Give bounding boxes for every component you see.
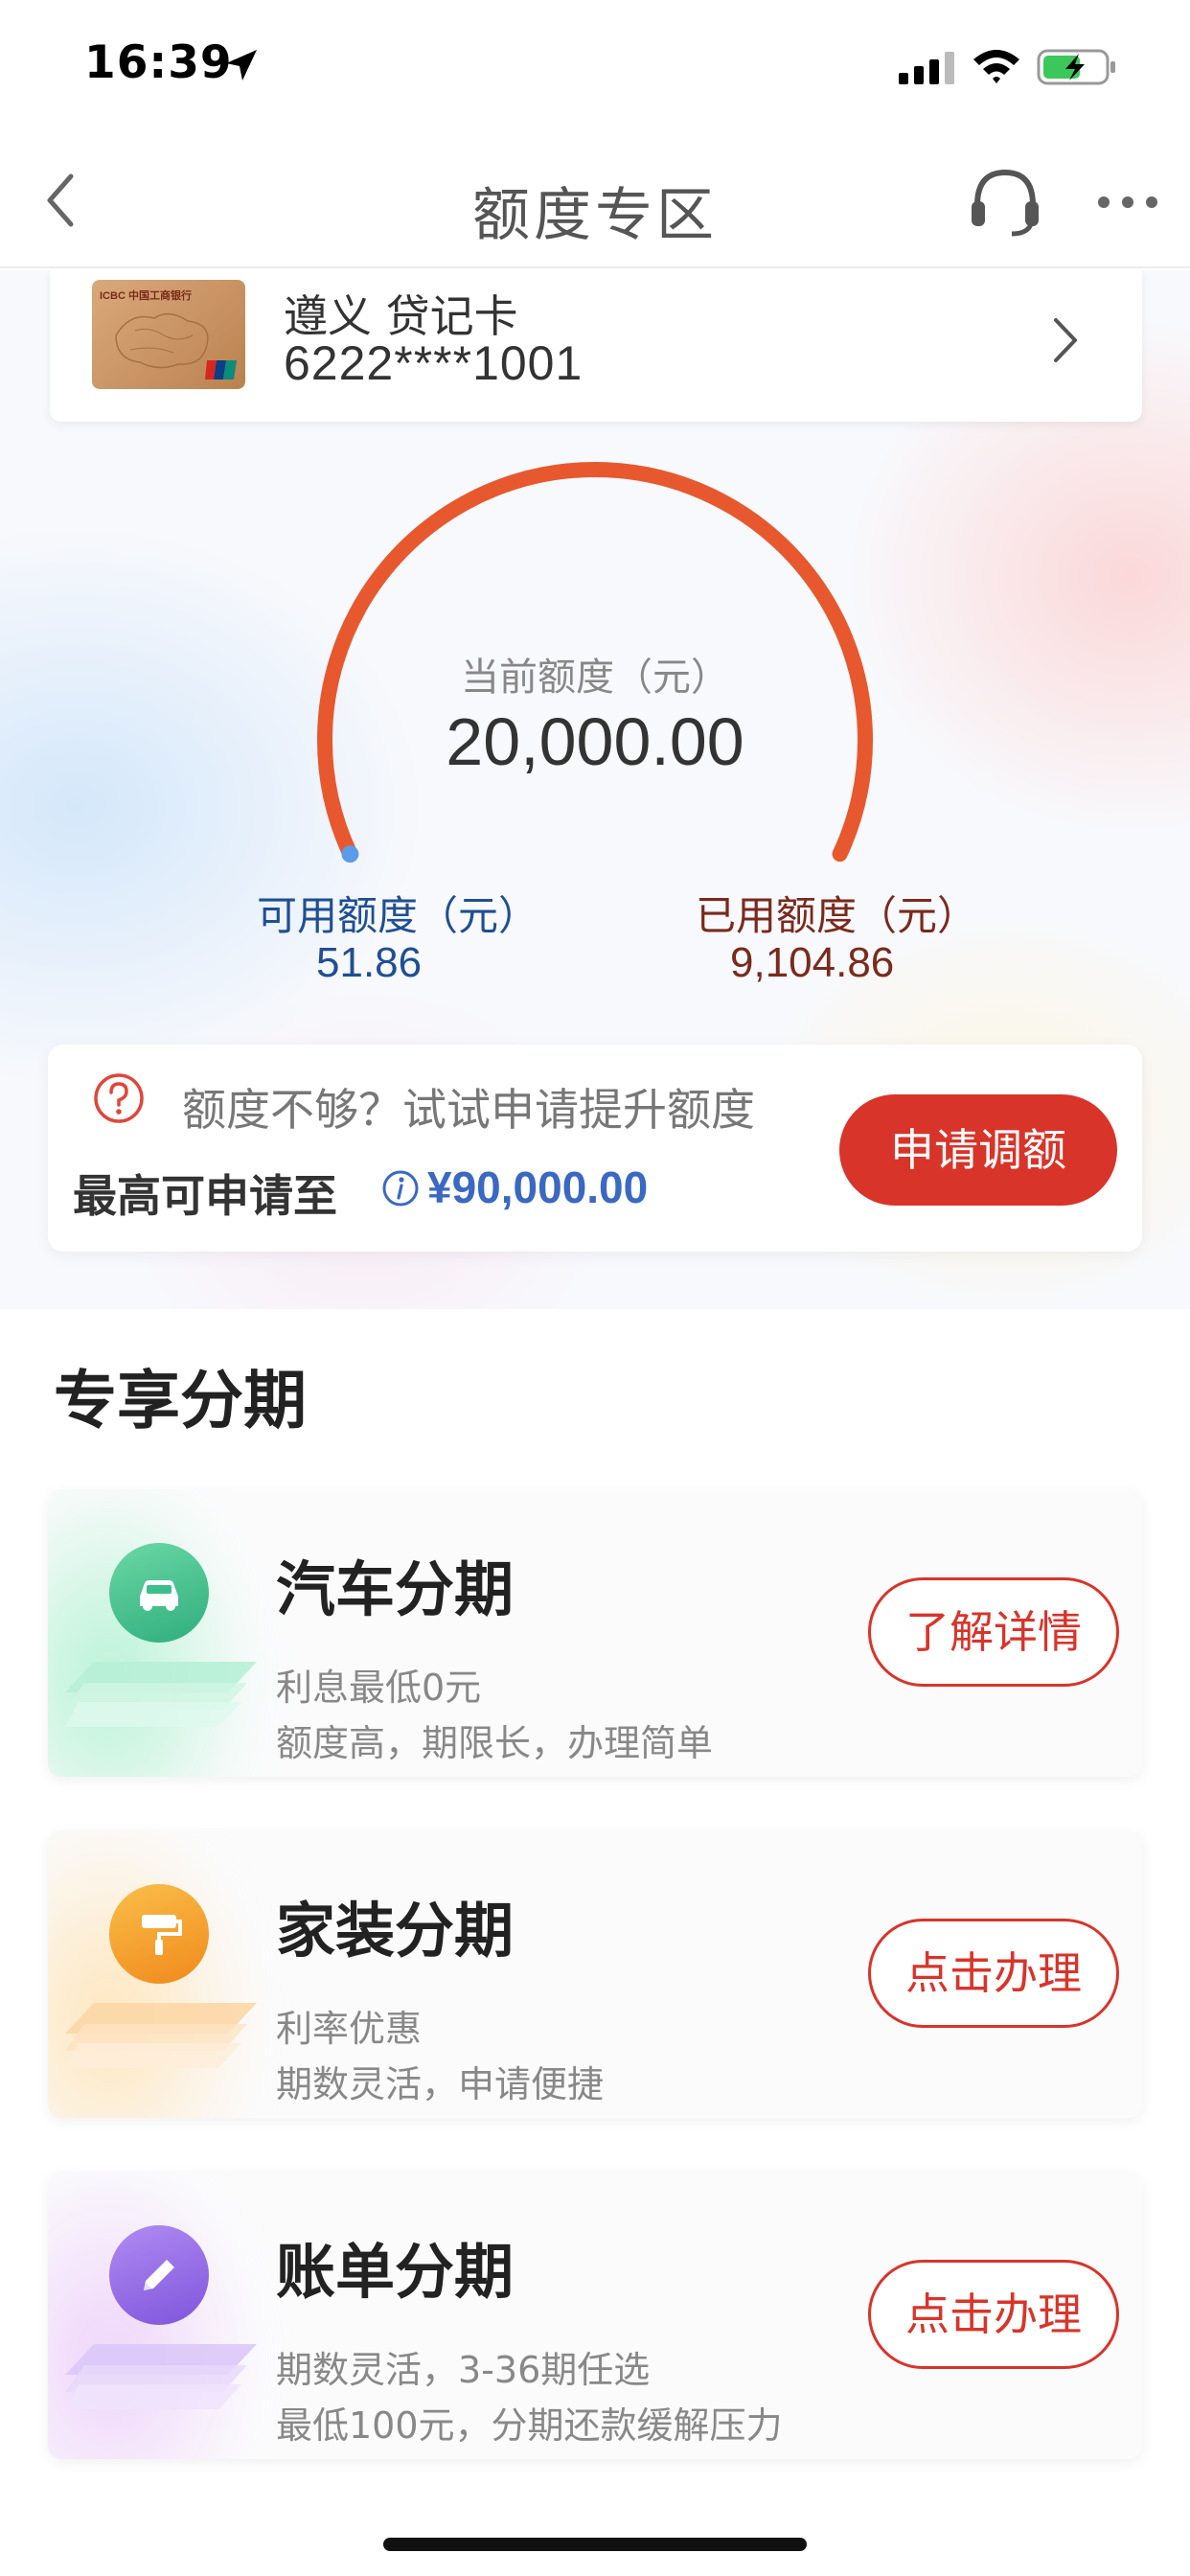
installment-description: 最低100元，分期还款缓解压力: [276, 2404, 783, 2447]
installment-title: 家装分期: [276, 1896, 515, 1966]
status-bar: 16:39: [0, 0, 1190, 134]
home-indicator: [383, 2538, 807, 2551]
platform-decoration: [65, 2344, 257, 2409]
current-limit-value: 20,000.00: [446, 704, 744, 779]
raise-limit-hint: 额度不够？试试申请提升额度: [182, 1084, 755, 1136]
credit-limit-hero: ICBC 中国工商银行 遵义 贷记卡 6222****1001 当前额度（元） …: [0, 270, 1190, 1309]
paint-roller-icon: [142, 1915, 182, 1955]
battery-charging-icon: [1037, 49, 1115, 85]
pencil-icon: [144, 2260, 174, 2290]
learn-more-button[interactable]: 了解详情: [868, 1577, 1119, 1687]
car-icon: [140, 1580, 178, 1611]
installment-feature: 期数灵活，3-36期任选: [276, 2349, 651, 2391]
chevron-right-icon[interactable]: [1046, 309, 1085, 372]
nav-bar: 额度专区: [0, 134, 1190, 268]
car-icon-badge: [109, 1543, 209, 1643]
installment-card-home[interactable]: 家装分期 利率优惠 期数灵活，申请便捷 点击办理: [48, 1830, 1142, 2118]
paint-roller-icon-badge: [109, 1884, 209, 1984]
cellular-signal-icon: [899, 52, 954, 84]
installment-card-bill[interactable]: 账单分期 期数灵活，3-36期任选 最低100元，分期还款缓解压力 点击办理: [48, 2172, 1142, 2459]
info-icon[interactable]: [381, 1169, 420, 1208]
apply-now-button[interactable]: 点击办理: [868, 2260, 1119, 2369]
current-limit-caption: 当前额度（元）: [461, 656, 729, 700]
platform-decoration: [65, 2003, 257, 2068]
apply-now-button[interactable]: 点击办理: [868, 1919, 1119, 2028]
installment-card-car[interactable]: 汽车分期 利息最低0元 额度高，期限长，办理简单 了解详情: [48, 1489, 1142, 1777]
installment-feature: 利率优惠: [276, 2008, 423, 2050]
customer-service-headset-icon[interactable]: [968, 163, 1042, 240]
status-time: 16:39: [84, 36, 233, 89]
installment-feature: 利息最低0元: [276, 1667, 482, 1709]
card-number: 6222****1001: [284, 336, 584, 390]
installment-title: 账单分期: [276, 2237, 515, 2307]
section-title: 专享分期: [54, 1364, 307, 1438]
max-apply-value: ¥90,000.00: [427, 1162, 649, 1212]
available-limit-value: 51.86: [316, 939, 423, 986]
card-map-pattern: [115, 312, 209, 369]
installment-description: 期数灵活，申请便捷: [276, 2063, 605, 2105]
more-icon[interactable]: [1096, 192, 1159, 213]
card-selector[interactable]: ICBC 中国工商银行 遵义 贷记卡 6222****1001: [50, 270, 1142, 422]
apply-limit-adjust-button[interactable]: 申请调额: [839, 1094, 1117, 1206]
platform-decoration: [65, 1662, 257, 1727]
unionpay-logo-icon: [205, 360, 237, 380]
question-icon: [94, 1073, 144, 1123]
gauge-start-dot: [341, 845, 359, 863]
used-limit-label: 已用额度（元）: [696, 892, 978, 939]
bank-logo: ICBC 中国工商银行: [100, 290, 192, 302]
installment-description: 额度高，期限长，办理简单: [276, 1722, 714, 1764]
max-apply-label: 最高可申请至: [73, 1170, 337, 1222]
used-limit-value: 9,104.86: [730, 939, 895, 986]
available-limit-label: 可用额度（元）: [257, 892, 539, 939]
pencil-icon-badge: [109, 2225, 209, 2325]
raise-limit-panel: 额度不够？试试申请提升额度 最高可申请至 ¥90,000.00 申请调额: [48, 1045, 1142, 1252]
location-arrow-icon: [226, 50, 257, 80]
bank-card-image: ICBC 中国工商银行: [92, 280, 245, 389]
installment-title: 汽车分期: [276, 1554, 515, 1624]
wifi-icon: [973, 50, 1019, 83]
